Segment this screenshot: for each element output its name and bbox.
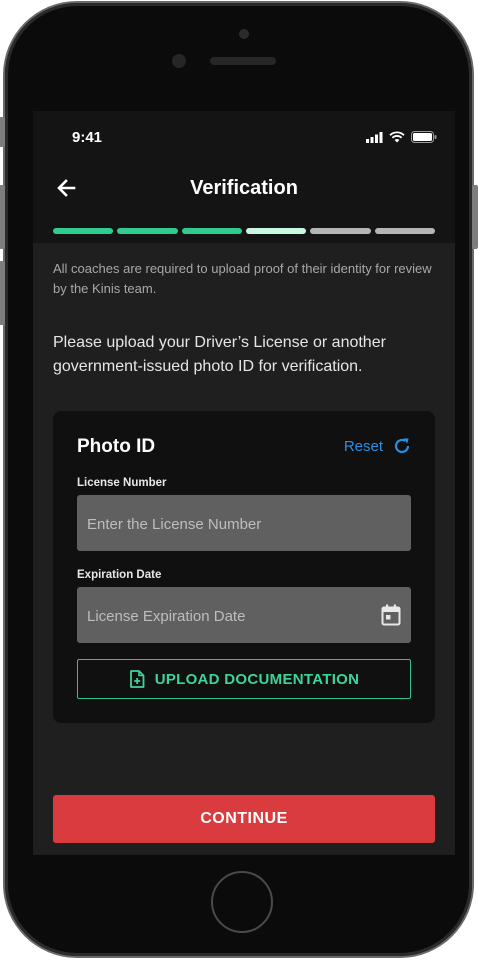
phone-frame: 9:41 Verification All coaches are requir… (0, 3, 478, 956)
upload-documentation-button[interactable]: UPLOAD DOCUMENTATION (77, 659, 411, 699)
file-add-icon (129, 670, 145, 688)
sensor-dot (239, 29, 249, 39)
expiration-date-label: Expiration Date (77, 569, 162, 581)
expiration-date-field[interactable] (77, 587, 411, 645)
progress-step-5-pending (310, 228, 371, 234)
instruction-text: Please upload your Driver’s License or a… (53, 334, 386, 375)
card-title: Photo ID (77, 436, 156, 457)
front-camera (172, 54, 186, 68)
side-button-volume-down (0, 261, 5, 325)
side-button-volume-up (0, 185, 5, 249)
license-number-input[interactable] (85, 495, 389, 553)
intro-text: All coaches are required to upload proof… (53, 261, 432, 296)
expiration-date-input[interactable] (85, 587, 389, 645)
app-screen: 9:41 Verification All coaches are requir… (33, 111, 455, 855)
reset-button[interactable]: Reset (344, 437, 411, 455)
progress-step-4-current (245, 228, 307, 234)
continue-label: CONTINUE (200, 810, 288, 827)
photo-id-card: Photo ID Reset License Number Expiration… (53, 411, 435, 723)
continue-button[interactable]: CONTINUE (53, 795, 435, 843)
earpiece-speaker (210, 57, 276, 65)
battery-icon (411, 131, 437, 143)
signal-icon (366, 131, 383, 143)
home-button[interactable] (211, 871, 273, 933)
status-time: 9:41 (72, 129, 103, 146)
license-number-field[interactable] (77, 495, 411, 553)
progress-step-1-complete (53, 228, 114, 234)
side-button-mute (0, 117, 5, 147)
license-number-label: License Number (77, 477, 167, 489)
wifi-icon (389, 131, 405, 143)
calendar-icon[interactable] (381, 604, 401, 626)
app-header: 9:41 Verification (33, 111, 455, 243)
refresh-icon (394, 438, 410, 454)
side-button-power (472, 185, 478, 249)
progress-step-3-complete (181, 228, 242, 234)
status-icons (366, 131, 437, 143)
progress-step-6-pending (374, 228, 435, 234)
upload-label: UPLOAD DOCUMENTATION (154, 670, 360, 688)
progress-steps (53, 228, 435, 234)
progress-step-2-complete (117, 228, 178, 234)
reset-label: Reset (343, 437, 383, 455)
page-title: Verification (190, 177, 298, 199)
